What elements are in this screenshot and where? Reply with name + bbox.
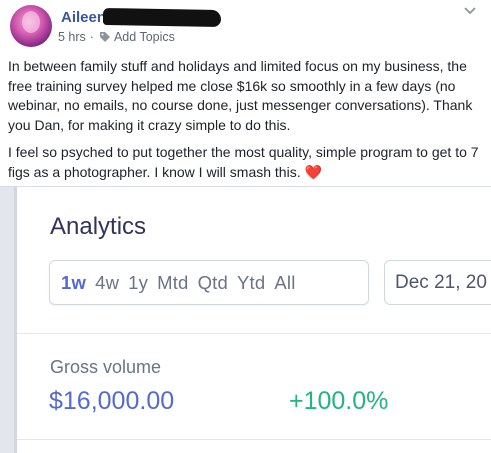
bottom-divider (17, 439, 491, 440)
post-paragraph-2-text: I feel so psyched to put together the mo… (8, 144, 479, 180)
gross-volume-label: Gross volume (50, 357, 162, 377)
add-topics-link[interactable]: Add Topics (114, 30, 175, 44)
avatar[interactable] (10, 5, 52, 47)
range-mtd[interactable]: Mtd (157, 272, 188, 294)
range-4w[interactable]: 4w (95, 272, 119, 294)
heart-emoji-icon: ❤️ (304, 163, 322, 180)
post-body: In between family stuff and holidays and… (8, 57, 486, 190)
analytics-title: Analytics (50, 213, 147, 240)
post-paragraph-2: I feel so psyched to put together the mo… (8, 143, 486, 182)
meta-separator: · (89, 30, 94, 44)
range-all[interactable]: All (274, 272, 295, 294)
post-time[interactable]: 5 hrs (58, 30, 86, 44)
range-1y[interactable]: 1y (128, 272, 148, 294)
post-meta: 5 hrs · Add Topics (58, 30, 175, 44)
gross-volume-change: +100.0% (289, 387, 389, 415)
post-paragraph-1: In between family stuff and holidays and… (8, 58, 473, 133)
range-qtd[interactable]: Qtd (198, 272, 228, 294)
chevron-down-icon[interactable] (463, 6, 477, 16)
analytics-screenshot: Analytics 1w 4w 1y Mtd Qtd Ytd All Dec 2… (0, 186, 491, 453)
range-1w[interactable]: 1w (61, 272, 86, 294)
section-divider (17, 333, 491, 334)
facebook-post: Aileen 5 hrs · Add Topics In between fam… (0, 0, 491, 186)
date-picker[interactable]: Dec 21, 20 (384, 260, 491, 305)
redaction-bar (102, 7, 222, 28)
tag-icon (99, 32, 110, 42)
range-selector: 1w 4w 1y Mtd Qtd Ytd All (49, 260, 369, 305)
author-name[interactable]: Aileen (61, 9, 106, 26)
gross-volume-value: $16,000.00 (49, 387, 175, 415)
left-rail (0, 187, 17, 453)
range-ytd[interactable]: Ytd (237, 272, 265, 294)
